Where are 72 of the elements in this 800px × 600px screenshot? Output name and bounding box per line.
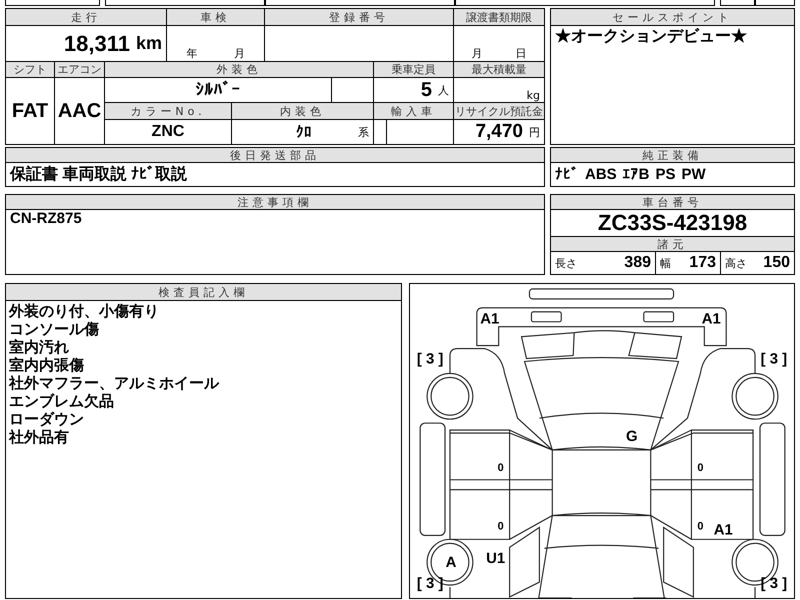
damage-code: U1 [486, 551, 506, 568]
inspector-note: 室内内張傷 [9, 357, 84, 375]
damage-code: A1 [714, 522, 733, 538]
equipment-item: ﾅﾋﾞ [555, 166, 579, 183]
aircon-value: AAC [58, 100, 102, 122]
spec-value: 173 [689, 254, 716, 272]
inspector-note: 外装のり付、小傷有り [9, 303, 159, 321]
inspector-note: 社外マフラー、アルミホイール [9, 375, 219, 393]
later-parts-text: 保証書 車両取説 ﾅﾋﾞ取説 [10, 164, 187, 185]
exterior-color-value: ｼﾙﾊﾞｰ [196, 80, 240, 100]
damage-code: 0 [697, 520, 704, 532]
damage-code: A1 [480, 312, 500, 328]
spec-value: 389 [624, 254, 651, 272]
damage-code: 0 [498, 462, 504, 474]
table-header: 乗車定員 [392, 62, 436, 77]
equipment-item: PW [682, 166, 706, 183]
inspector-note: 社外品有 [9, 429, 69, 447]
month-label: 月 [234, 46, 245, 61]
equipment-item: PS [656, 166, 676, 183]
table-header: セールスポイント [612, 10, 732, 24]
table-header: 内装色 [280, 104, 325, 118]
capacity-value: 5 [420, 78, 432, 102]
table-header: カラーNo. [130, 104, 206, 118]
table-header: 検査員記入欄 [158, 284, 248, 300]
damage-code: A1 [702, 312, 721, 328]
mileage-value: 18,311 [64, 30, 130, 56]
yen-unit: 円 [529, 124, 540, 140]
table-header: 輸入車 [391, 104, 436, 118]
table-header: 車検 [200, 10, 230, 24]
damage-code: [ 3 ] [416, 352, 444, 368]
day-label: 日 [516, 46, 526, 61]
inspector-note: 室内汚れ [9, 339, 69, 356]
table-header: 最大積載量 [472, 62, 526, 77]
interior-color-value: ｸﾛ [296, 124, 312, 140]
spec-label: 幅 [660, 256, 671, 270]
notes-text: CN-RZ875 [10, 210, 82, 227]
table-header: 純正装備 [642, 148, 702, 162]
table-header: 注意事項欄 [238, 194, 312, 210]
table-header: 外装色 [216, 62, 262, 77]
table-header: 後日発送部品 [230, 148, 320, 162]
recycle-fee-value: 7,470 [475, 121, 523, 143]
damage-code: 0 [498, 520, 504, 532]
month-label: 月 [472, 46, 482, 61]
table-header: エアコン [58, 62, 102, 77]
table-header: 車台番号 [642, 194, 702, 210]
shift-value: FAT [12, 100, 48, 122]
capacity-unit: 人 [438, 82, 449, 98]
damage-code: A [446, 555, 456, 572]
table-header: 譲渡書類期限 [466, 10, 532, 24]
interior-color-unit: 系 [358, 124, 369, 140]
mileage-unit: km [136, 33, 162, 54]
equipment-item: ｴｱB [622, 166, 650, 183]
table-header: 諸元 [658, 236, 688, 252]
damage-code: G [626, 429, 638, 445]
spec-label: 高さ [725, 256, 747, 270]
chassis-number: ZC33S-423198 [598, 210, 748, 236]
sales-point-text: ★オークションデビュー★ [555, 27, 747, 47]
inspector-note: コンソール傷 [9, 321, 99, 338]
equipment-item: ABS [585, 166, 617, 183]
inspector-note: ローダウン [9, 411, 84, 429]
table-header: シフト [14, 62, 46, 77]
spec-label: 長さ [555, 256, 577, 270]
table-header: リサイクル預託金 [455, 104, 543, 118]
inspector-note: エンブレム欠品 [9, 393, 114, 411]
load-unit: kg [526, 89, 540, 102]
damage-code: [ 3 ] [760, 352, 788, 368]
table-header: 登録番号 [329, 10, 389, 24]
year-label: 年 [186, 46, 198, 61]
damage-code: 0 [697, 462, 704, 474]
spec-value: 150 [763, 254, 790, 272]
color-number-value: ZNC [152, 123, 184, 141]
table-header: 走行 [71, 10, 101, 24]
